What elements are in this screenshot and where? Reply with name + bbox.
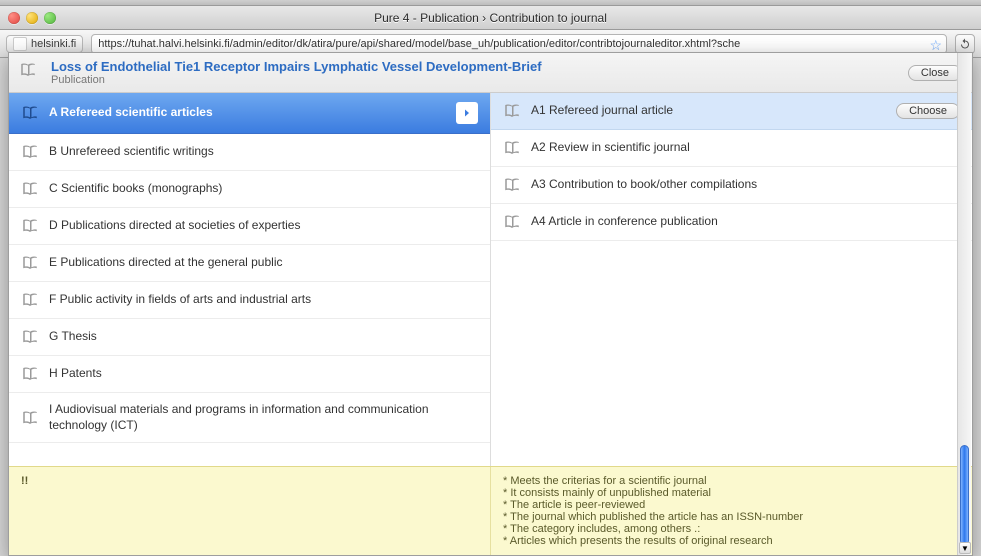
address-bar-text: https://tuhat.halvi.helsinki.fi/admin/ed… (98, 38, 740, 50)
window-titlebar: Pure 4 - Publication › Contribution to j… (0, 6, 981, 30)
left-category-label: C Scientific books (monographs) (49, 181, 478, 197)
bookmark-star-icon[interactable]: ☆ (929, 37, 942, 54)
right-category-label: A1 Refereed journal article (531, 103, 886, 119)
book-icon (21, 104, 39, 122)
book-icon (21, 254, 39, 272)
help-strip: !! Meets the criterias for a scientific … (9, 466, 972, 555)
book-icon (21, 409, 39, 427)
left-category-item[interactable]: H Patents (9, 356, 490, 393)
left-category-list: A Refereed scientific articles B Unrefere… (9, 93, 491, 466)
right-category-item[interactable]: A3 Contribution to book/other compilatio… (491, 167, 972, 204)
publication-icon (19, 61, 43, 85)
left-category-label: I Audiovisual materials and programs in … (49, 402, 478, 433)
dialog-scrollbar[interactable]: ▼ (957, 53, 971, 555)
right-category-label: A4 Article in conference publication (531, 214, 960, 230)
editor-dialog: Loss of Endothelial Tie1 Receptor Impair… (8, 52, 973, 556)
right-category-item[interactable]: A2 Review in scientific journal (491, 130, 972, 167)
reload-button[interactable] (955, 34, 975, 54)
left-category-label: H Patents (49, 366, 478, 382)
right-category-label: A3 Contribution to book/other compilatio… (531, 177, 960, 193)
left-category-item[interactable]: I Audiovisual materials and programs in … (9, 393, 490, 443)
dialog-header: Loss of Endothelial Tie1 Receptor Impair… (9, 53, 972, 93)
left-category-item[interactable]: C Scientific books (monographs) (9, 171, 490, 208)
category-columns: A Refereed scientific articles B Unrefere… (9, 93, 972, 466)
help-left-marker: !! (9, 467, 491, 555)
reload-icon (959, 38, 971, 50)
left-category-label: B Unrefereed scientific writings (49, 144, 478, 160)
site-label: helsinki.fi (31, 38, 76, 50)
right-category-list: A1 Refereed journal article Choose A2 Revi… (491, 93, 972, 466)
book-icon (21, 365, 39, 383)
right-category-item[interactable]: A1 Refereed journal article Choose (491, 93, 972, 130)
dialog-title: Loss of Endothelial Tie1 Receptor Impair… (51, 59, 908, 74)
book-icon (503, 176, 521, 194)
left-category-label: F Public activity in fields of arts and … (49, 292, 478, 308)
help-line: It consists mainly of unpublished materi… (503, 487, 960, 499)
address-bar[interactable]: https://tuhat.halvi.helsinki.fi/admin/ed… (91, 34, 947, 54)
left-category-label: A Refereed scientific articles (49, 105, 446, 121)
choose-button[interactable]: Choose (896, 103, 960, 119)
book-icon (21, 291, 39, 309)
help-line: Meets the criterias for a scientific jou… (503, 475, 960, 487)
left-category-label: G Thesis (49, 329, 478, 345)
help-line: The article is peer-reviewed (503, 499, 960, 511)
left-category-item[interactable]: E Publications directed at the general p… (9, 245, 490, 282)
book-icon (21, 217, 39, 235)
left-category-label: D Publications directed at societies of … (49, 218, 478, 234)
left-category-item[interactable]: A Refereed scientific articles (9, 93, 490, 134)
chevron-right-icon (456, 102, 478, 124)
help-line: Articles which presents the results of o… (503, 535, 960, 547)
book-icon (503, 102, 521, 120)
book-icon (503, 213, 521, 231)
window-title: Pure 4 - Publication › Contribution to j… (0, 11, 981, 25)
site-identity-button[interactable]: helsinki.fi (6, 35, 83, 53)
book-icon (21, 180, 39, 198)
right-category-label: A2 Review in scientific journal (531, 140, 960, 156)
dialog-subtitle: Publication (51, 74, 908, 86)
left-category-item[interactable]: G Thesis (9, 319, 490, 356)
right-category-item[interactable]: A4 Article in conference publication (491, 204, 972, 241)
left-category-item[interactable]: D Publications directed at societies of … (9, 208, 490, 245)
scrollbar-down-arrow[interactable]: ▼ (959, 542, 971, 554)
close-button[interactable]: Close (908, 65, 962, 81)
site-favicon (13, 37, 27, 51)
help-description: Meets the criterias for a scientific jou… (491, 467, 972, 555)
scrollbar-thumb[interactable] (960, 445, 969, 545)
help-line: The category includes, among others .: (503, 523, 960, 535)
left-category-item[interactable]: B Unrefereed scientific writings (9, 134, 490, 171)
book-icon (503, 139, 521, 157)
book-icon (21, 328, 39, 346)
help-line: The journal which published the article … (503, 511, 960, 523)
book-icon (21, 143, 39, 161)
left-category-item[interactable]: F Public activity in fields of arts and … (9, 282, 490, 319)
left-category-label: E Publications directed at the general p… (49, 255, 478, 271)
